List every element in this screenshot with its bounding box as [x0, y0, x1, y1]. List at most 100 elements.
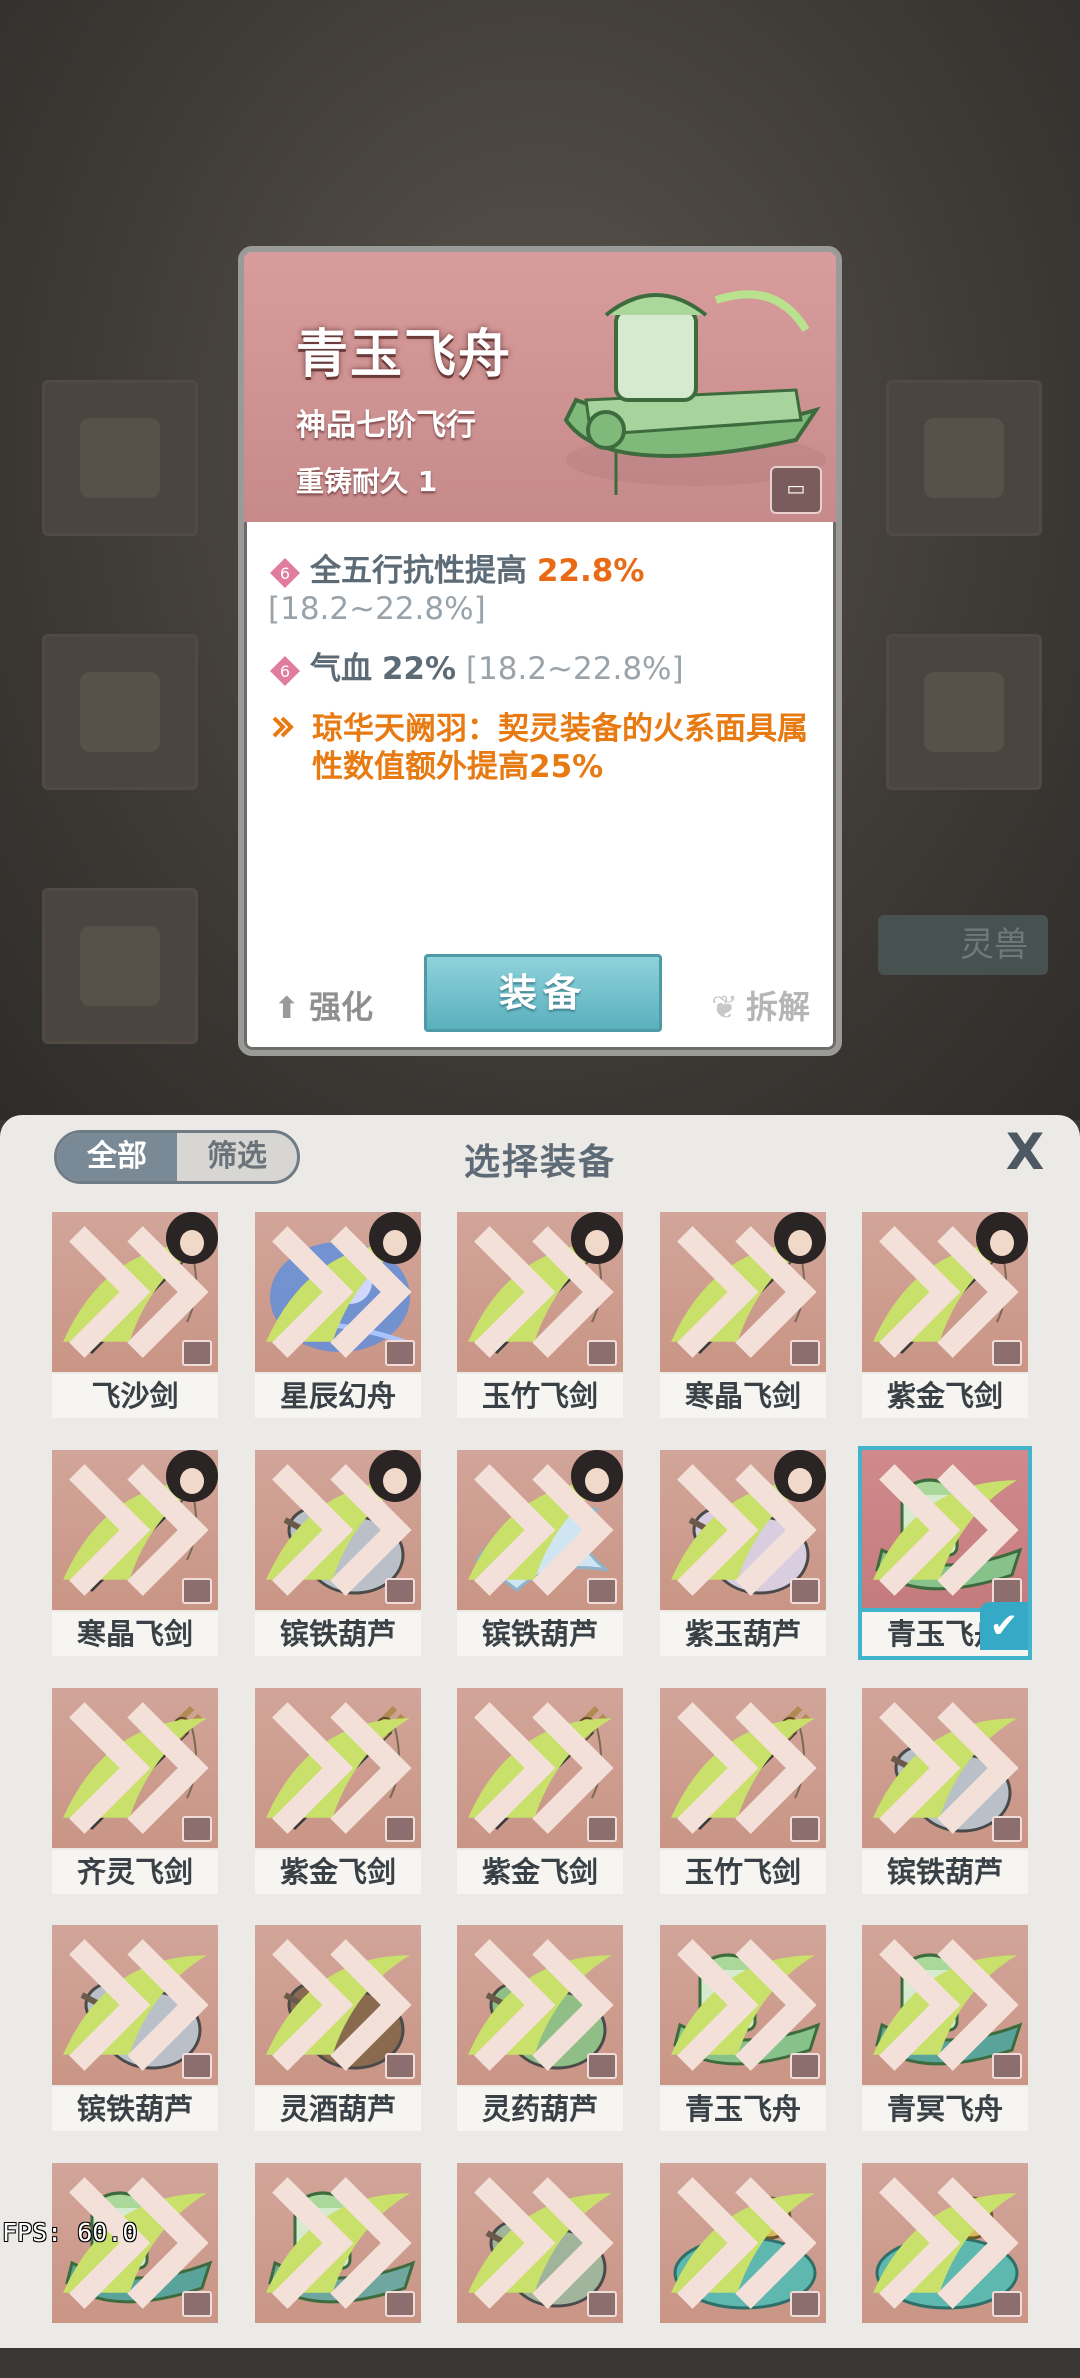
- item-thumbnail: [660, 1212, 826, 1372]
- item-thumbnail: [255, 1450, 421, 1610]
- item-thumbnail: [862, 2163, 1028, 2323]
- equipment-item[interactable]: 玉竹飞剑: [660, 1688, 826, 1898]
- equipment-item[interactable]: 青冥飞舟: [862, 1925, 1028, 2135]
- equipment-slot[interactable]: [886, 380, 1042, 536]
- character-portrait: [774, 1450, 826, 1502]
- bag-icon: [587, 1816, 617, 1842]
- bag-icon: [790, 2053, 820, 2079]
- item-name: 紫玉葫芦: [660, 1612, 826, 1656]
- slot-item-icon: [924, 672, 1004, 752]
- item-thumbnail: [862, 1688, 1028, 1848]
- up-arrow-icon: ⬆: [274, 991, 300, 1026]
- equipment-item[interactable]: 紫玉葫芦: [660, 1450, 826, 1660]
- equipment-item[interactable]: 紫金飞剑: [255, 1688, 421, 1898]
- item-thumbnail: [457, 1212, 623, 1372]
- upgrade-label: 强化: [309, 988, 374, 1026]
- gem-icon: 6: [270, 557, 300, 588]
- item-thumbnail: [52, 1688, 218, 1848]
- item-thumbnail: [457, 2163, 623, 2323]
- bag-icon: [790, 1578, 820, 1604]
- spirit-beast-tab[interactable]: 灵兽: [878, 915, 1048, 975]
- panel-title: 选择装备: [463, 1142, 616, 1183]
- equipment-item[interactable]: [52, 2163, 218, 2373]
- equipment-item[interactable]: [862, 2163, 1028, 2373]
- equipment-grid: 飞沙剑 星辰幻舟 玉竹飞剑 寒晶飞剑 紫金飞剑 寒晶飞剑 镔铁葫芦 镔铁葫芦 紫玉葫芦 青玉飞舟 ✔…: [52, 1212, 1032, 2378]
- item-name: 青玉飞舟: [660, 2087, 826, 2131]
- item-title: 青玉飞舟: [296, 325, 513, 385]
- equipment-item[interactable]: 镔铁葫芦: [457, 1450, 623, 1660]
- character-portrait: [369, 1212, 421, 1264]
- bag-icon: [385, 1578, 415, 1604]
- equipment-item[interactable]: [255, 2163, 421, 2373]
- salvage-button[interactable]: ❦ 拆解: [711, 982, 810, 1028]
- close-button[interactable]: X: [1000, 1127, 1050, 1177]
- stat-row: 6 全五行抗性提高 22.8% [18.2~22.8%]: [268, 552, 820, 628]
- check-icon: ✔: [980, 1602, 1028, 1650]
- equipment-item[interactable]: 寒晶飞剑: [660, 1212, 826, 1422]
- item-thumbnail: [660, 1688, 826, 1848]
- bag-icon: [587, 2053, 617, 2079]
- fps-counter: FPS: 60.0: [2, 2218, 138, 2247]
- character-portrait: [571, 1450, 623, 1502]
- item-name: 镔铁葫芦: [52, 2087, 218, 2131]
- special-effect-text: 琼华天阙羽：契灵装备的火系面具属性数值额外提高25%: [312, 711, 808, 785]
- item-thumbnail: [457, 1925, 623, 2085]
- gem-icon: 6: [270, 655, 300, 686]
- item-thumbnail: [660, 1925, 826, 2085]
- slot-item-icon: [80, 418, 160, 498]
- item-name: 紫金飞剑: [457, 1850, 623, 1894]
- equipment-item[interactable]: 紫金飞剑: [862, 1212, 1028, 1422]
- slot-item-icon: [924, 418, 1004, 498]
- equipment-item[interactable]: 镔铁葫芦: [52, 1925, 218, 2135]
- equipment-item[interactable]: 星辰幻舟: [255, 1212, 421, 1422]
- item-name: 青冥飞舟: [862, 2087, 1028, 2131]
- item-thumbnail: [52, 1212, 218, 1372]
- item-name: 灵酒葫芦: [255, 2087, 421, 2131]
- salvage-label: 拆解: [745, 988, 810, 1026]
- character-portrait: [166, 1212, 218, 1264]
- bag-icon: [790, 1816, 820, 1842]
- bag-icon: [587, 2291, 617, 2317]
- equipment-item[interactable]: [457, 2163, 623, 2373]
- svg-text:6: 6: [280, 662, 290, 681]
- special-effect-icon: [272, 716, 294, 738]
- item-name: 玉竹飞剑: [457, 1374, 623, 1418]
- item-grade: 神品七阶飞行: [296, 408, 476, 443]
- equip-button[interactable]: 装备: [424, 954, 662, 1032]
- equipment-item[interactable]: 镔铁葫芦: [255, 1450, 421, 1660]
- bag-icon: [992, 1340, 1022, 1366]
- equipment-slot[interactable]: [42, 380, 198, 536]
- equipment-item[interactable]: 灵药葫芦: [457, 1925, 623, 2135]
- equipment-slot[interactable]: [42, 888, 198, 1044]
- character-portrait: [774, 1212, 826, 1264]
- item-thumbnail: [457, 1450, 623, 1610]
- equipment-item[interactable]: 玉竹飞剑: [457, 1212, 623, 1422]
- equipment-item[interactable]: 齐灵飞剑: [52, 1688, 218, 1898]
- bag-icon: [182, 1578, 212, 1604]
- item-thumbnail: [52, 1450, 218, 1610]
- feather-icon: ❦: [711, 988, 738, 1026]
- item-thumbnail: [52, 1925, 218, 2085]
- bag-icon: [182, 2053, 212, 2079]
- equipment-item[interactable]: 镔铁葫芦: [862, 1688, 1028, 1898]
- character-portrait: [976, 1212, 1028, 1264]
- card-header: 青玉飞舟 神品七阶飞行 重铸耐久 1 ▭: [244, 252, 836, 522]
- item-name: 紫金飞剑: [255, 1850, 421, 1894]
- item-thumbnail: [255, 1212, 421, 1372]
- equipment-slot[interactable]: [42, 634, 198, 790]
- bag-icon: [992, 2291, 1022, 2317]
- bag-icon: [790, 1340, 820, 1366]
- item-name: 镔铁葫芦: [255, 1612, 421, 1656]
- equipment-item[interactable]: 青玉飞舟 ✔: [858, 1446, 1032, 1660]
- equipment-item[interactable]: 紫金飞剑: [457, 1688, 623, 1898]
- bag-icon: [992, 1816, 1022, 1842]
- equipment-slot[interactable]: [886, 634, 1042, 790]
- equipment-item[interactable]: 灵酒葫芦: [255, 1925, 421, 2135]
- equipment-item[interactable]: 飞沙剑: [52, 1212, 218, 1422]
- equipment-item[interactable]: 青玉飞舟: [660, 1925, 826, 2135]
- item-thumbnail: [660, 1450, 826, 1610]
- equipment-item[interactable]: 寒晶飞剑: [52, 1450, 218, 1660]
- bag-icon: [385, 2053, 415, 2079]
- upgrade-button[interactable]: ⬆ 强化: [274, 982, 373, 1028]
- equipment-item[interactable]: [660, 2163, 826, 2373]
